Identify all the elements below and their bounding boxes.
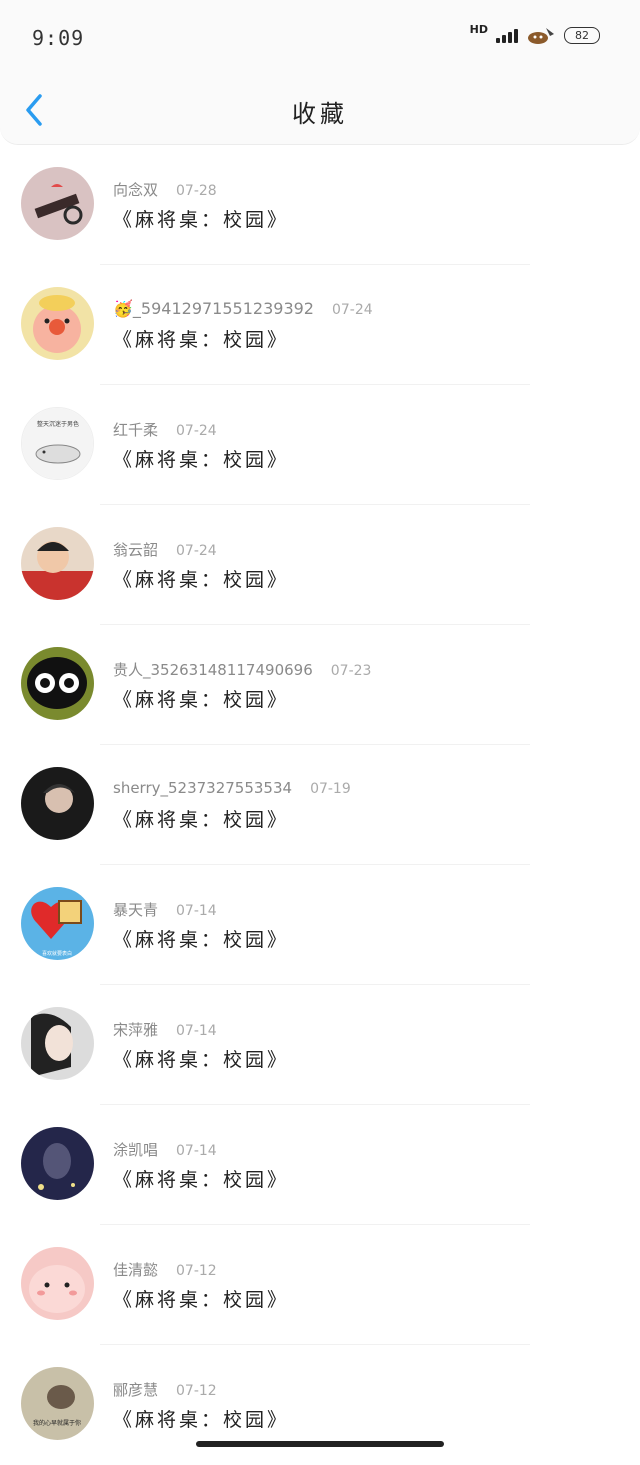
avatar[interactable] [21,767,94,840]
status-time: 9:09 [32,26,85,50]
list-item[interactable]: sherry_5237327553534 07-19 《麻将桌：校园》 [0,745,640,865]
game-title[interactable]: 《麻将桌：校园》 [113,565,289,592]
list-item-meta: 佳清懿 07-12 [113,1259,217,1280]
game-title[interactable]: 《麻将桌：校园》 [113,805,289,832]
header: 收藏 [0,70,640,145]
list-item[interactable]: 涂凯唱 07-14 《麻将桌：校园》 [0,1105,640,1225]
username: sherry_5237327553534 [113,779,293,797]
date: 07-24 [331,302,373,318]
username: 向念双 [113,181,159,199]
list-item[interactable]: 佳清懿 07-12 《麻将桌：校园》 [0,1225,640,1345]
list-item[interactable]: 宋萍雅 07-14 《麻将桌：校园》 [0,985,640,1105]
list-item[interactable]: 向念双 07-28 《麻将桌：校园》 [0,145,640,265]
username: 红千柔 [113,421,159,439]
username: 翁云韶 [113,541,159,559]
date: 07-14 [176,1023,217,1039]
favorites-list: 向念双 07-28 《麻将桌：校园》 🥳_59412971551239392 07-… [0,145,640,1465]
avatar[interactable] [21,1247,94,1320]
game-title[interactable]: 《麻将桌：校园》 [113,1405,289,1432]
avatar[interactable] [21,287,94,360]
game-title[interactable]: 《麻将桌：校园》 [113,325,289,352]
avatar[interactable] [21,1127,94,1200]
network-type-label: HD [469,22,488,36]
game-title[interactable]: 《麻将桌：校园》 [113,685,289,712]
date: 07-12 [176,1263,217,1279]
date: 07-14 [176,1143,217,1159]
game-title[interactable]: 《麻将桌：校园》 [113,925,289,952]
signal-icon [496,27,518,43]
list-item-meta: 宋萍雅 07-14 [113,1019,217,1040]
battery-icon: 82 [564,26,600,44]
avatar[interactable]: 整天沉迷于男色 [21,407,94,480]
list-item[interactable]: 🥳_59412971551239392 07-24 《麻将桌：校园》 [0,265,640,385]
username: 宋萍雅 [113,1021,159,1039]
date: 07-24 [176,423,217,439]
home-indicator[interactable] [196,1441,444,1447]
list-item-meta: 贵人_35263148117490696 07-23 [113,659,371,680]
username: 郦彦慧 [113,1381,159,1399]
avatar-caption: 整天沉迷于男色 [37,420,79,428]
avatar-caption: 我的心早就属于你 [33,1419,81,1427]
avatar[interactable]: 喜欢就要表白 [21,887,94,960]
list-item-meta: 暴天青 07-14 [113,899,217,920]
list-item[interactable]: 贵人_35263148117490696 07-23 《麻将桌：校园》 [0,625,640,745]
avatar[interactable]: 我的心早就属于你 [21,1367,94,1440]
username: 贵人_35263148117490696 [113,661,313,679]
username: 暴天青 [113,901,159,919]
game-title[interactable]: 《麻将桌：校园》 [113,1045,289,1072]
game-title[interactable]: 《麻将桌：校园》 [113,1285,289,1312]
date: 07-12 [176,1383,217,1399]
status-icons: HD 82 [469,22,600,46]
list-item-meta: 红千柔 07-24 [113,419,217,440]
date: 07-19 [310,781,351,797]
date: 07-24 [176,543,217,559]
avatar[interactable] [21,1007,94,1080]
list-item[interactable]: 我的心早就属于你 郦彦慧 07-12 《麻将桌：校园》 [0,1345,640,1465]
date: 07-14 [176,903,217,919]
date: 07-28 [176,183,217,199]
list-item-meta: 🥳_59412971551239392 07-24 [113,299,373,318]
list-item[interactable]: 翁云韶 07-24 《麻将桌：校园》 [0,505,640,625]
game-title[interactable]: 《麻将桌：校园》 [113,205,289,232]
avatar[interactable] [21,647,94,720]
avatar-caption: 喜欢就要表白 [42,950,72,957]
list-item[interactable]: 整天沉迷于男色 红千柔 07-24 《麻将桌：校园》 [0,385,640,505]
avatar[interactable] [21,527,94,600]
date: 07-23 [330,663,372,679]
username: 佳清懿 [113,1261,159,1279]
list-item[interactable]: 喜欢就要表白 暴天青 07-14 《麻将桌：校园》 [0,865,640,985]
game-title[interactable]: 《麻将桌：校园》 [113,445,289,472]
username: 🥳_59412971551239392 [113,299,314,318]
list-item-meta: 郦彦慧 07-12 [113,1379,217,1400]
list-item-meta: 向念双 07-28 [113,179,217,200]
avatar[interactable] [21,167,94,240]
list-item-meta: 翁云韶 07-24 [113,539,217,560]
status-bar: 9:09 HD 82 [0,0,640,70]
page-title: 收藏 [292,100,348,128]
mascot-icon [528,28,554,44]
username: 涂凯唱 [113,1141,159,1159]
list-item-meta: sherry_5237327553534 07-19 [113,779,351,797]
list-item-meta: 涂凯唱 07-14 [113,1139,217,1160]
game-title[interactable]: 《麻将桌：校园》 [113,1165,289,1192]
